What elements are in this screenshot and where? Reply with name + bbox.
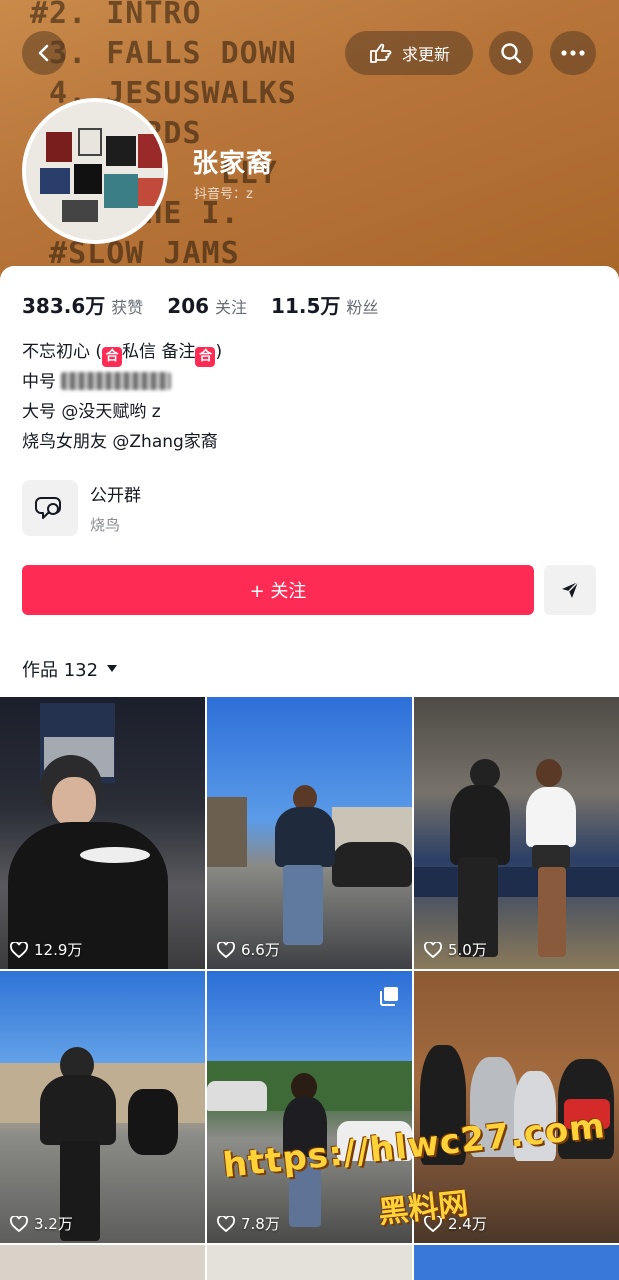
more-button[interactable] [550, 31, 596, 75]
stats-row: 383.6万 获赞 206 关注 11.5万 粉丝 [22, 290, 402, 319]
back-button[interactable] [22, 31, 66, 75]
hand-pointer-icon [370, 43, 392, 63]
bio: 不忘初心 (合私信 备注合) 中号 大号 @没天赋哟 z 烧鸟女朋友 @Zhan… [22, 337, 222, 457]
video-tile[interactable]: 12.9万 [0, 697, 205, 969]
chat-bubble-icon [35, 497, 61, 519]
following-label[interactable]: 关注 [215, 294, 247, 318]
follow-button[interactable]: + 关注 [22, 565, 534, 615]
public-group-entry[interactable]: 公开群 烧鸟 [22, 480, 141, 536]
video-tile[interactable] [207, 1245, 412, 1280]
heart-icon [10, 1215, 28, 1232]
video-tile[interactable] [414, 1245, 619, 1280]
avatar[interactable] [22, 98, 168, 244]
video-tile[interactable] [0, 1245, 205, 1280]
bio-line-3[interactable]: 大号 @没天赋哟 z [22, 397, 222, 427]
back-icon [38, 44, 49, 62]
more-icon [561, 50, 585, 56]
video-likes: 12.9万 [10, 939, 82, 960]
watermark-site: 黑料网 [376, 1186, 470, 1231]
caret-down-icon [107, 665, 118, 672]
video-likes: 3.2万 [10, 1213, 73, 1234]
video-tile[interactable]: 3.2万 [0, 971, 205, 1243]
group-title: 公开群 [90, 486, 141, 506]
video-likes: 6.6万 [217, 939, 280, 960]
group-subtitle: 烧鸟 [90, 516, 121, 534]
works-header[interactable]: 作品 132 [22, 656, 118, 682]
heart-icon [10, 941, 28, 958]
video-likes: 7.8万 [217, 1213, 280, 1234]
likes-count: 383.6万 [22, 294, 106, 318]
profile-name: 张家裔 [192, 149, 274, 179]
douyin-id[interactable]: 抖音号：z [194, 183, 253, 202]
video-tile[interactable]: 5.0万 [414, 697, 619, 969]
followers-label[interactable]: 粉丝 [346, 294, 378, 318]
likes-label: 获赞 [111, 298, 144, 317]
heart-icon [424, 941, 442, 958]
video-likes: 5.0万 [424, 939, 487, 960]
followers-count[interactable]: 11.5万 [271, 290, 340, 319]
request-update-button[interactable]: 求更新 [345, 31, 473, 75]
profile-page: #2. INTRO 3. FALLS DOWN 4. JESUSWALKS OR… [0, 0, 619, 1280]
heart-icon [217, 941, 235, 958]
share-button[interactable] [544, 565, 596, 615]
request-update-label: 求更新 [401, 45, 450, 64]
video-tile[interactable]: 6.6万 [207, 697, 412, 969]
group-icon-box [22, 480, 78, 536]
search-button[interactable] [489, 31, 533, 75]
bio-line-1: 不忘初心 (合私信 备注合) [22, 337, 222, 367]
heart-icon [217, 1215, 235, 1232]
badge-icon: 合 [195, 347, 216, 367]
works-label: 作品 132 [22, 660, 99, 681]
bio-line-2: 中号 [22, 367, 222, 397]
multi-image-icon [380, 987, 398, 1006]
bio-line-4[interactable]: 烧鸟女朋友 @Zhang家裔 [22, 427, 222, 457]
send-icon [562, 581, 579, 598]
search-icon [501, 43, 522, 64]
badge-icon: 合 [102, 347, 123, 367]
redacted-text [61, 372, 172, 390]
follow-label: + 关注 [249, 581, 307, 602]
following-count[interactable]: 206 [167, 294, 209, 318]
